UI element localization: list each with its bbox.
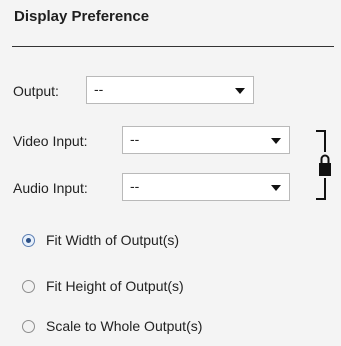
audio-input-label: Audio Input: [13,180,88,196]
chevron-down-icon [271,185,281,191]
fit-height-label: Fit Height of Output(s) [46,278,184,294]
output-label: Output: [13,83,59,99]
chevron-down-icon [271,138,281,144]
panel-title: Display Preference [14,8,150,25]
output-select[interactable]: -- [86,76,254,104]
fit-width-label: Fit Width of Output(s) [46,232,180,248]
scale-whole-label: Scale to Whole Output(s) [46,318,203,334]
output-select-value: -- [94,81,104,97]
video-input-select[interactable]: -- [122,126,290,154]
av-link-lock-toggle[interactable] [314,130,331,200]
audio-input-select-value: -- [130,178,140,194]
display-preference-panel: Display Preference Output: -- Video Inpu… [0,0,341,346]
radio-unchecked-icon[interactable] [22,319,35,333]
radio-unchecked-icon[interactable] [22,279,35,293]
video-input-label: Video Input: [13,133,88,149]
radio-dot [26,237,31,243]
radio-checked-icon[interactable] [22,233,35,247]
fit-width-option[interactable]: Fit Width of Output(s) [22,230,179,250]
fit-height-option[interactable]: Fit Height of Output(s) [22,276,184,296]
scale-whole-option[interactable]: Scale to Whole Output(s) [22,316,202,336]
lock-icon [316,130,331,200]
chevron-down-icon [235,88,245,94]
title-divider [12,46,334,47]
audio-input-select[interactable]: -- [122,173,290,201]
video-input-select-value: -- [130,131,140,147]
